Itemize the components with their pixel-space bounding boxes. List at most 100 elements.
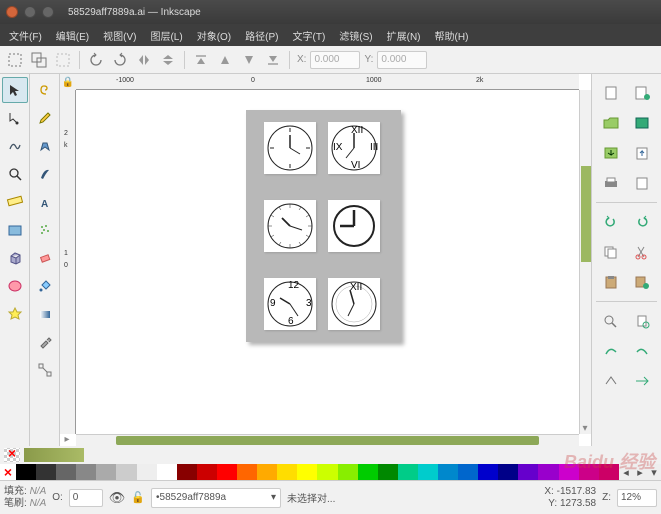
export-icon[interactable] xyxy=(630,143,654,163)
eraser-tool[interactable] xyxy=(32,245,58,271)
menu-view[interactable]: 视图(V) xyxy=(98,26,141,45)
menu-text[interactable]: 文字(T) xyxy=(288,26,331,45)
lock-layer-icon[interactable]: 🔓 xyxy=(131,491,145,504)
zoom-fit-icon[interactable] xyxy=(599,311,623,331)
rotate-ccw-button[interactable] xyxy=(85,49,107,71)
measure-tool[interactable] xyxy=(2,189,28,215)
color-swatch[interactable] xyxy=(599,464,619,480)
lower-bottom-button[interactable] xyxy=(262,49,284,71)
color-swatch[interactable] xyxy=(137,464,157,480)
export-png-icon[interactable] xyxy=(630,173,654,193)
color-swatch[interactable] xyxy=(478,464,498,480)
calligraphy-tool[interactable] xyxy=(32,161,58,187)
zoom-tool[interactable] xyxy=(2,161,28,187)
color-swatch[interactable] xyxy=(438,464,458,480)
zoom-input[interactable]: 12% xyxy=(617,489,657,507)
color-swatch[interactable] xyxy=(418,464,438,480)
ruler-vertical[interactable]: 2 k 1 0 xyxy=(60,90,76,434)
color-swatch[interactable] xyxy=(217,464,237,480)
color-swatch[interactable] xyxy=(358,464,378,480)
selector-tool[interactable] xyxy=(2,77,28,103)
menu-path[interactable]: 路径(P) xyxy=(240,26,283,45)
color-swatch[interactable] xyxy=(579,464,599,480)
y-coord-input[interactable]: 0.000 xyxy=(377,51,427,69)
box3d-tool[interactable] xyxy=(2,245,28,271)
color-swatch[interactable] xyxy=(338,464,358,480)
cut-icon[interactable] xyxy=(630,242,654,262)
pencil-tool[interactable] xyxy=(32,105,58,131)
connector-tool[interactable] xyxy=(32,357,58,383)
color-swatch[interactable] xyxy=(116,464,136,480)
chevron-right-icon[interactable]: ▸ xyxy=(60,434,74,446)
undo-icon[interactable] xyxy=(599,212,623,232)
redo-icon[interactable] xyxy=(630,212,654,232)
color-swatch[interactable] xyxy=(177,464,197,480)
flip-h-button[interactable] xyxy=(133,49,155,71)
star-tool[interactable] xyxy=(2,301,28,327)
color-swatch[interactable] xyxy=(458,464,478,480)
menu-extension[interactable]: 扩展(N) xyxy=(382,26,426,45)
gradient-tool[interactable] xyxy=(32,301,58,327)
open-folder-icon[interactable] xyxy=(599,113,623,133)
paste-icon[interactable] xyxy=(599,272,623,292)
color-swatch[interactable] xyxy=(378,464,398,480)
palette-menu-icon[interactable]: ▾ xyxy=(647,464,661,480)
zoom-page-icon[interactable] xyxy=(630,311,654,331)
color-swatch[interactable] xyxy=(76,464,96,480)
scrollbar-thumb[interactable] xyxy=(116,436,539,445)
ruler-horizontal[interactable]: -1000 0 1000 2k xyxy=(76,74,579,90)
select-same-button[interactable] xyxy=(28,49,50,71)
deselect-button[interactable] xyxy=(52,49,74,71)
menu-file[interactable]: 文件(F) xyxy=(4,26,47,45)
chevron-down-icon[interactable]: ▾ xyxy=(579,423,591,434)
rectangle-tool[interactable] xyxy=(2,217,28,243)
copy-icon[interactable] xyxy=(599,242,623,262)
maximize-window-icon[interactable] xyxy=(42,6,54,18)
save-icon[interactable] xyxy=(630,113,654,133)
close-window-icon[interactable] xyxy=(6,6,18,18)
scrollbar-vertical[interactable] xyxy=(579,90,591,434)
snap-bar-icon[interactable] xyxy=(581,166,591,262)
lower-button[interactable] xyxy=(238,49,260,71)
color-swatch[interactable] xyxy=(518,464,538,480)
layer-selector[interactable]: •58529aff7889a▾ xyxy=(151,488,281,508)
menu-help[interactable]: 帮助(H) xyxy=(430,26,474,45)
rotate-cw-button[interactable] xyxy=(109,49,131,71)
palette-scroll-right-icon[interactable]: ▸ xyxy=(633,464,647,480)
color-swatch[interactable] xyxy=(257,464,277,480)
color-swatch[interactable] xyxy=(297,464,317,480)
color-swatch[interactable] xyxy=(36,464,56,480)
open-doc-icon[interactable] xyxy=(630,83,654,103)
gradient-swatch[interactable] xyxy=(24,448,84,462)
scrollbar-horizontal[interactable] xyxy=(76,434,579,446)
ellipse-tool[interactable] xyxy=(2,273,28,299)
new-doc-icon[interactable] xyxy=(599,83,623,103)
bucket-tool[interactable] xyxy=(32,273,58,299)
import-icon[interactable] xyxy=(599,143,623,163)
minimize-window-icon[interactable] xyxy=(24,6,36,18)
color-swatch[interactable] xyxy=(398,464,418,480)
color-swatch[interactable] xyxy=(538,464,558,480)
color-swatch[interactable] xyxy=(498,464,518,480)
no-fill-swatch[interactable]: × xyxy=(4,448,20,462)
print-icon[interactable] xyxy=(599,173,623,193)
color-swatch[interactable] xyxy=(96,464,116,480)
menu-object[interactable]: 对象(O) xyxy=(192,26,236,45)
color-swatch[interactable] xyxy=(317,464,337,480)
menu-edit[interactable]: 编辑(E) xyxy=(51,26,94,45)
flip-v-button[interactable] xyxy=(157,49,179,71)
canvas[interactable]: XIIIIIVIIX 12369 XII xyxy=(76,90,579,434)
paste-in-place-icon[interactable] xyxy=(630,272,654,292)
spray-tool[interactable] xyxy=(32,217,58,243)
pen-tool[interactable] xyxy=(32,133,58,159)
opacity-input[interactable]: 0 xyxy=(69,489,103,507)
color-swatch[interactable] xyxy=(277,464,297,480)
palette-scroll-left-icon[interactable]: ◂ xyxy=(619,464,633,480)
color-swatch[interactable] xyxy=(56,464,76,480)
color-swatch[interactable] xyxy=(237,464,257,480)
dropper-tool[interactable] xyxy=(32,329,58,355)
color-swatch[interactable] xyxy=(559,464,579,480)
text-tool[interactable]: A xyxy=(32,189,58,215)
zoom-sel-icon[interactable] xyxy=(630,341,654,361)
raise-button[interactable] xyxy=(214,49,236,71)
